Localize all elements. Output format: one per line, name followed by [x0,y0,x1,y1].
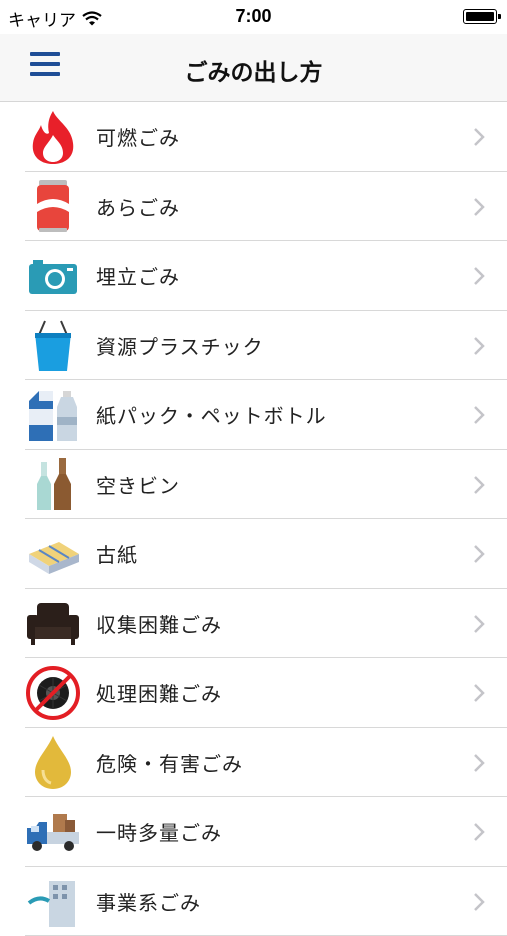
navigation-bar: ごみの出し方 [0,34,507,102]
sofa-icon [25,595,81,651]
list-item[interactable]: 埋立ごみ [0,241,507,311]
list-item-label: 処理困難ごみ [96,678,222,707]
chevron-right-icon [473,405,485,425]
list-item[interactable]: 資源プラスチック [0,311,507,381]
list-item[interactable]: 収集困難ごみ [0,589,507,659]
battery-icon [463,9,497,24]
chevron-right-icon [473,892,485,912]
list-item[interactable]: 一時多量ごみ [0,797,507,867]
bucket-icon [25,317,81,373]
chevron-right-icon [473,266,485,286]
status-bar: キャリア 7:00 [0,0,507,34]
list-item-label: 一時多量ごみ [96,817,222,846]
list-item-label: 危険・有害ごみ [96,748,243,777]
list-item[interactable]: 空きビン [0,450,507,520]
list-item[interactable]: 処理困難ごみ [0,658,507,728]
list-item-label: 資源プラスチック [96,331,264,360]
no-tire-icon [25,665,81,721]
can-icon [25,178,81,234]
milk-carton-bottle-icon [25,387,81,443]
list-item-label: 事業系ごみ [96,887,201,916]
chevron-right-icon [473,753,485,773]
list-item-label: 空きビン [96,470,180,499]
chevron-right-icon [473,683,485,703]
chevron-right-icon [473,475,485,495]
list-item[interactable]: 可燃ごみ [0,102,507,172]
list-item-label: 可燃ごみ [96,122,180,151]
chevron-right-icon [473,197,485,217]
list-item-label: 紙パック・ペットボトル [96,400,327,429]
list-item[interactable]: 事業系ごみ [0,867,507,936]
bottles-icon [25,456,81,512]
building-icon [25,873,81,929]
list-item-label: 収集困難ごみ [96,609,222,638]
flame-icon [25,109,81,165]
clock: 7:00 [0,6,507,27]
truck-icon [25,804,81,860]
list-item[interactable]: 危険・有害ごみ [0,728,507,798]
list-item[interactable]: あらごみ [0,172,507,242]
chevron-right-icon [473,127,485,147]
list-item-label: 古紙 [96,539,138,568]
list-item[interactable]: 古紙 [0,519,507,589]
list-item-label: あらごみ [96,192,180,221]
list-item[interactable]: 紙パック・ペットボトル [0,380,507,450]
newspaper-bundle-icon [25,526,81,582]
chevron-right-icon [473,336,485,356]
list-item-label: 埋立ごみ [96,261,180,290]
chevron-right-icon [473,614,485,634]
category-list: 可燃ごみ あらごみ 埋立ごみ [0,102,507,936]
page-title: ごみの出し方 [0,53,507,87]
oil-drop-icon [25,734,81,790]
camera-icon [25,248,81,304]
chevron-right-icon [473,822,485,842]
chevron-right-icon [473,544,485,564]
